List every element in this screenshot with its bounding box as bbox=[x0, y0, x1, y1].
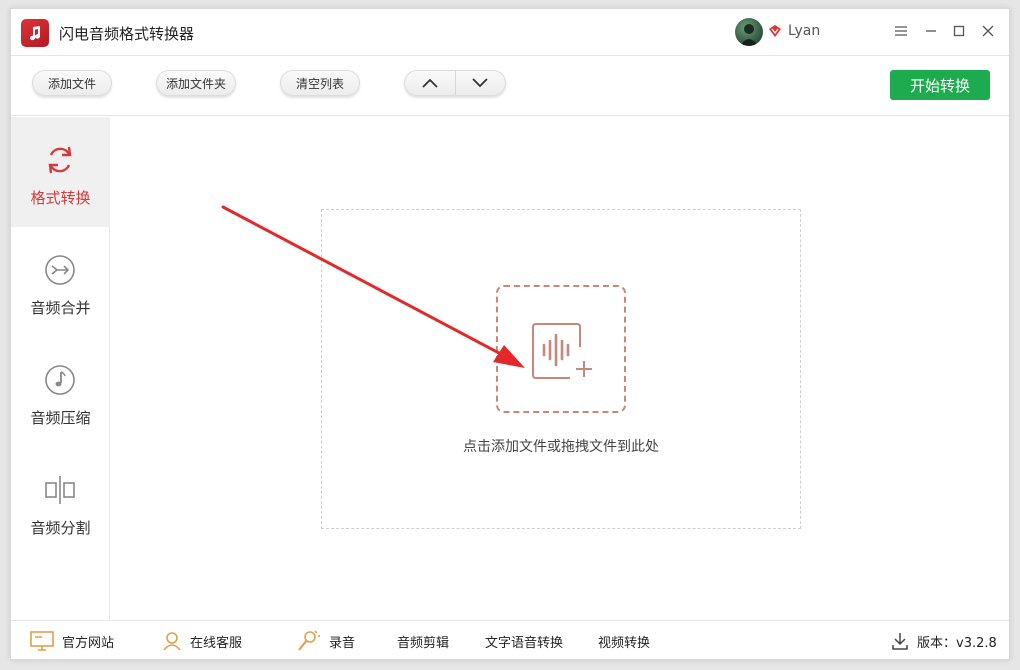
online-support-link[interactable]: 在线客服 bbox=[162, 621, 242, 661]
app-logo-icon bbox=[21, 19, 49, 47]
monitor-icon bbox=[30, 631, 54, 651]
move-down-button[interactable] bbox=[454, 71, 506, 95]
drop-hint-text: 点击添加文件或拖拽文件到此处 bbox=[463, 439, 659, 455]
audio-edit-link[interactable]: 音频剪辑 bbox=[397, 621, 449, 661]
sidebar: 格式转换 音频合并 音频压缩 音频分割 bbox=[11, 117, 110, 620]
menu-button[interactable] bbox=[891, 21, 911, 41]
sidebar-item-label: 音频压缩 bbox=[30, 409, 91, 427]
sidebar-item-audio-merge[interactable]: 音频合并 bbox=[11, 227, 110, 337]
sidebar-item-label: 格式转换 bbox=[30, 189, 91, 207]
music-note-icon bbox=[45, 365, 75, 395]
move-up-button[interactable] bbox=[405, 71, 455, 95]
sidebar-item-audio-compress[interactable]: 音频压缩 bbox=[11, 337, 110, 447]
user-avatar[interactable] bbox=[735, 18, 763, 46]
sidebar-item-audio-split[interactable]: 音频分割 bbox=[11, 447, 110, 557]
split-icon bbox=[45, 476, 75, 504]
official-website-link[interactable]: 官方网站 bbox=[30, 621, 114, 661]
add-file-button[interactable]: 添加文件 bbox=[32, 70, 112, 96]
sidebar-item-label: 音频分割 bbox=[30, 519, 91, 537]
video-convert-link[interactable]: 视频转换 bbox=[598, 621, 650, 661]
download-icon bbox=[892, 633, 908, 650]
close-button[interactable] bbox=[978, 21, 998, 41]
add-folder-button[interactable]: 添加文件夹 bbox=[156, 70, 236, 96]
user-name[interactable]: Lyan bbox=[788, 23, 820, 39]
customer-service-icon bbox=[163, 632, 181, 651]
maximize-button[interactable] bbox=[949, 21, 969, 41]
chevron-down-icon bbox=[472, 78, 488, 88]
app-window: 闪电音频格式转换器 Lyan 添加文件 添加文件夹 清空列表 开始转换 格式转换… bbox=[10, 8, 1010, 660]
version-info[interactable]: 版本：v3.2.8 bbox=[891, 621, 997, 661]
chevron-up-icon bbox=[422, 78, 438, 88]
refresh-icon bbox=[48, 146, 72, 174]
online-support-label: 在线客服 bbox=[190, 635, 243, 651]
record-link[interactable]: 录音 bbox=[295, 621, 355, 661]
reorder-buttons bbox=[404, 70, 506, 96]
microphone-icon bbox=[298, 630, 320, 651]
footer-bar: 官方网站 在线客服 录音 音频剪辑 文字语音转换 视频转换 版本：v3.2.8 bbox=[11, 620, 1009, 660]
sidebar-item-label: 音频合并 bbox=[30, 299, 91, 317]
sidebar-item-format-convert[interactable]: 格式转换 bbox=[11, 117, 110, 227]
record-label: 录音 bbox=[329, 635, 356, 651]
vip-crown-icon bbox=[769, 25, 781, 37]
text-to-speech-link[interactable]: 文字语音转换 bbox=[485, 621, 563, 661]
official-website-label: 官方网站 bbox=[62, 635, 115, 651]
clear-list-button[interactable]: 清空列表 bbox=[280, 70, 360, 96]
version-label: 版本：v3.2.8 bbox=[917, 635, 997, 651]
minimize-button[interactable] bbox=[921, 21, 941, 41]
merge-icon bbox=[45, 255, 75, 285]
title-bar: 闪电音频格式转换器 Lyan bbox=[11, 9, 1009, 56]
toolbar: 添加文件 添加文件夹 清空列表 开始转换 bbox=[11, 56, 1009, 116]
app-title: 闪电音频格式转换器 bbox=[59, 25, 195, 43]
start-convert-button[interactable]: 开始转换 bbox=[890, 70, 990, 100]
annotation-arrow bbox=[221, 205, 525, 368]
